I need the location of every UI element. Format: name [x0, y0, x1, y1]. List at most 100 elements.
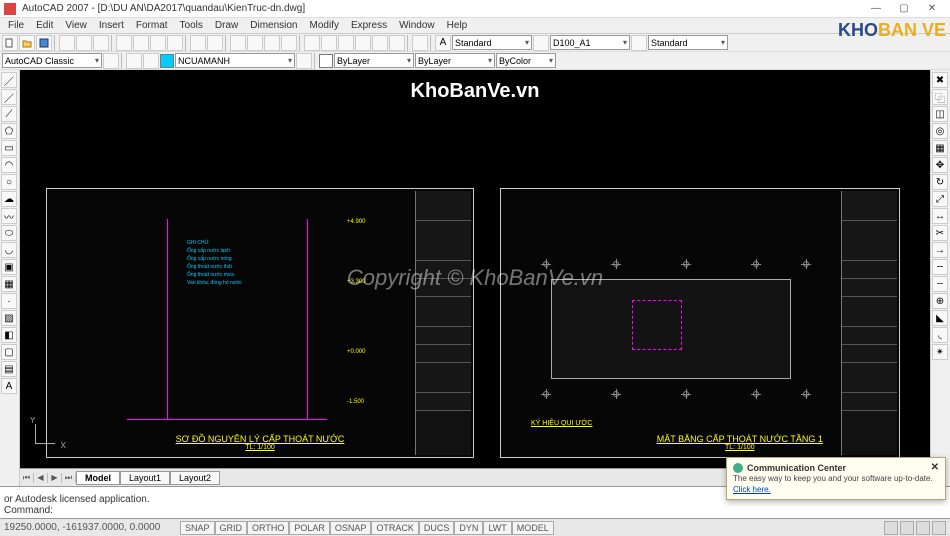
toggle-dyn[interactable]: DYN	[454, 521, 483, 535]
fillet-icon[interactable]: ◟	[932, 327, 948, 343]
xline-icon[interactable]: ／	[1, 89, 17, 105]
layer-combo[interactable]: NCUAMANH	[175, 53, 295, 68]
toolpalette-icon[interactable]	[338, 35, 354, 51]
spline-icon[interactable]: 〰	[1, 208, 17, 224]
dimstyle-icon[interactable]	[533, 35, 549, 51]
toggle-lwt[interactable]: LWT	[483, 521, 511, 535]
new-icon[interactable]	[2, 35, 18, 51]
layer-states-icon[interactable]	[143, 53, 159, 69]
explode-icon[interactable]: ✴	[932, 344, 948, 360]
break-at-icon[interactable]: ╌	[932, 259, 948, 275]
toggle-ducs[interactable]: DUCS	[419, 521, 455, 535]
pan-icon[interactable]	[230, 35, 246, 51]
menu-draw[interactable]: Draw	[209, 20, 244, 31]
make-block-icon[interactable]: ▦	[1, 276, 17, 292]
toolbar-tray-icon[interactable]	[916, 521, 930, 535]
copy-obj-icon[interactable]: ⿻	[932, 89, 948, 105]
menu-view[interactable]: View	[59, 20, 93, 31]
open-icon[interactable]	[19, 35, 35, 51]
drawing-canvas[interactable]: KhoBanVe.vn Copyright © KhoBanVe.vn +4.9…	[20, 70, 930, 486]
tab-first-icon[interactable]: ⏮	[20, 473, 34, 483]
circle-icon[interactable]: ○	[1, 174, 17, 190]
print-icon[interactable]	[59, 35, 75, 51]
gradient-icon[interactable]: ◧	[1, 327, 17, 343]
mtext-icon[interactable]: A	[1, 378, 17, 394]
lineweight-combo[interactable]: ByLayer	[415, 53, 495, 68]
chamfer-icon[interactable]: ◣	[932, 310, 948, 326]
maximize-button[interactable]: ▢	[890, 1, 918, 17]
stretch-icon[interactable]: ↔	[932, 208, 948, 224]
command-line[interactable]: or Autodesk licensed application. Comman…	[0, 486, 950, 518]
sheetset-icon[interactable]	[355, 35, 371, 51]
revcloud-icon[interactable]: ☁	[1, 191, 17, 207]
menu-help[interactable]: Help	[441, 20, 474, 31]
menu-tools[interactable]: Tools	[174, 20, 209, 31]
commcenter-close-icon[interactable]: ✕	[931, 462, 939, 473]
properties-icon[interactable]	[304, 35, 320, 51]
line-icon[interactable]: ／	[1, 72, 17, 88]
cut-icon[interactable]	[116, 35, 132, 51]
tab-model[interactable]: Model	[76, 471, 120, 485]
cleanscreen-tray-icon[interactable]	[932, 521, 946, 535]
menu-dimension[interactable]: Dimension	[244, 20, 303, 31]
matchprop-icon[interactable]	[167, 35, 183, 51]
insert-block-icon[interactable]: ▣	[1, 259, 17, 275]
toggle-grid[interactable]: GRID	[215, 521, 248, 535]
menu-modify[interactable]: Modify	[304, 20, 345, 31]
designcenter-icon[interactable]	[321, 35, 337, 51]
tab-next-icon[interactable]: ▶	[48, 473, 62, 483]
zoom-icon[interactable]	[247, 35, 263, 51]
break-icon[interactable]: ┄	[932, 276, 948, 292]
coordinate-readout[interactable]: 19250.0000, -161937.0000, 0.0000	[4, 522, 174, 533]
color-swatch[interactable]	[319, 54, 333, 68]
paste-icon[interactable]	[150, 35, 166, 51]
workspace-settings-icon[interactable]	[103, 53, 119, 69]
menu-window[interactable]: Window	[393, 20, 441, 31]
plot-preview-icon[interactable]	[76, 35, 92, 51]
qcalc-icon[interactable]	[389, 35, 405, 51]
toggle-ortho[interactable]: ORTHO	[247, 521, 289, 535]
polygon-icon[interactable]: ⬠	[1, 123, 17, 139]
move-icon[interactable]: ✥	[932, 157, 948, 173]
commcenter-tray-icon[interactable]	[884, 521, 898, 535]
menu-express[interactable]: Express	[345, 20, 393, 31]
tab-prev-icon[interactable]: ◀	[34, 473, 48, 483]
menu-edit[interactable]: Edit	[30, 20, 59, 31]
extend-icon[interactable]: →	[932, 242, 948, 258]
layer-previous-icon[interactable]	[296, 53, 312, 69]
mirror-icon[interactable]: ◫	[932, 106, 948, 122]
ellipse-icon[interactable]: ⬭	[1, 225, 17, 241]
arc-icon[interactable]: ◠	[1, 157, 17, 173]
toggle-polar[interactable]: POLAR	[289, 521, 330, 535]
zoom-window-icon[interactable]	[264, 35, 280, 51]
table-icon[interactable]: ▤	[1, 361, 17, 377]
polyline-icon[interactable]: ⟋	[1, 106, 17, 122]
commcenter-link[interactable]: Click here.	[733, 485, 771, 494]
copy-icon[interactable]	[133, 35, 149, 51]
menu-format[interactable]: Format	[130, 20, 174, 31]
toggle-otrack[interactable]: OTRACK	[371, 521, 419, 535]
rotate-icon[interactable]: ↻	[932, 174, 948, 190]
minimize-button[interactable]: —	[862, 1, 890, 17]
dimstyle-combo[interactable]: D100_A1	[550, 35, 630, 50]
close-button[interactable]: ✕	[918, 1, 946, 17]
ellipse-arc-icon[interactable]: ◡	[1, 242, 17, 258]
workspace-combo[interactable]: AutoCAD Classic	[2, 53, 102, 68]
menu-insert[interactable]: Insert	[93, 20, 130, 31]
save-icon[interactable]	[36, 35, 52, 51]
menu-file[interactable]: File	[2, 20, 30, 31]
toggle-osnap[interactable]: OSNAP	[330, 521, 372, 535]
tablestyle-icon[interactable]	[631, 35, 647, 51]
tab-layout2[interactable]: Layout2	[170, 471, 220, 485]
scale-icon[interactable]: ⤢	[932, 191, 948, 207]
command-input[interactable]	[56, 505, 946, 516]
join-icon[interactable]: ⊕	[932, 293, 948, 309]
redo-icon[interactable]	[207, 35, 223, 51]
textstyle-icon[interactable]: A	[435, 35, 451, 51]
tab-last-icon[interactable]: ⏭	[62, 473, 76, 483]
layer-color-swatch[interactable]	[160, 54, 174, 68]
textstyle-combo[interactable]: Standard	[452, 35, 532, 50]
undo-icon[interactable]	[190, 35, 206, 51]
hatch-icon[interactable]: ▨	[1, 310, 17, 326]
erase-icon[interactable]: ✖	[932, 72, 948, 88]
